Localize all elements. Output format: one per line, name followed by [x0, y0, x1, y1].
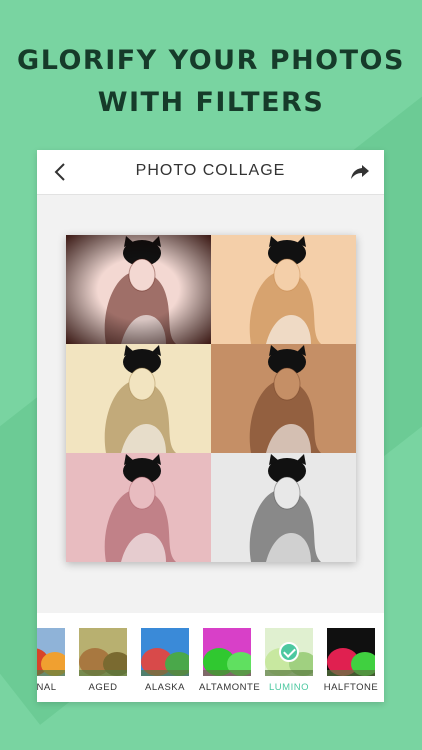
collage-cell-mono[interactable]	[211, 453, 356, 562]
portrait-photo	[211, 235, 356, 344]
filter-item-altamonte[interactable]: ALTAMONTE	[199, 628, 261, 693]
balloon-thumbnail-image	[327, 628, 375, 676]
filter-label: AGED	[88, 682, 118, 693]
balloon-thumbnail-image	[79, 628, 127, 676]
filter-item-ginal[interactable]: GINAL	[37, 628, 69, 693]
portrait-photo	[211, 453, 356, 562]
filter-label: LUMINO	[269, 682, 309, 693]
checkmark-icon	[279, 642, 299, 662]
share-arrow-icon	[351, 165, 369, 179]
filter-thumbnail	[141, 628, 189, 676]
filter-thumbnail	[265, 628, 313, 676]
filter-item-halftone[interactable]: HALFTONE	[323, 628, 379, 693]
headline: GLORIFY YOUR PHOTOS WITH FILTERS	[0, 40, 422, 124]
filter-thumbnail	[203, 628, 251, 676]
photo-collage	[66, 235, 356, 562]
portrait-photo	[66, 344, 211, 453]
headline-line-1: GLORIFY YOUR PHOTOS	[17, 45, 405, 76]
collage-cell-peach[interactable]	[211, 235, 356, 344]
filter-label: GINAL	[37, 682, 57, 693]
collage-cell-vignette-dark[interactable]	[66, 235, 211, 344]
headline-line-2: WITH FILTERS	[97, 87, 325, 118]
collage-cell-brown[interactable]	[211, 344, 356, 453]
filter-item-alaska[interactable]: ALASKA	[137, 628, 193, 693]
app-screen: PHOTO COLLAGE GINAL AGED ALASKA ALTAMONTE LU…	[37, 150, 384, 702]
filter-thumbnail	[79, 628, 127, 676]
balloon-thumbnail-image	[203, 628, 251, 676]
filter-thumbnail	[37, 628, 65, 676]
portrait-photo	[211, 344, 356, 453]
filter-label: ALASKA	[145, 682, 185, 693]
balloon-thumbnail-image	[37, 628, 65, 676]
filter-label: HALFTONE	[323, 682, 379, 693]
filter-item-lumino[interactable]: LUMINO	[261, 628, 317, 693]
filter-thumbnail	[327, 628, 375, 676]
share-button[interactable]	[348, 160, 372, 184]
filter-item-aged[interactable]: AGED	[75, 628, 131, 693]
collage-cell-cream[interactable]	[66, 344, 211, 453]
portrait-photo	[66, 453, 211, 562]
collage-cell-pink[interactable]	[66, 453, 211, 562]
page-title: PHOTO COLLAGE	[135, 162, 286, 179]
filter-strip[interactable]: GINAL AGED ALASKA ALTAMONTE LUMINO HALFTONE	[37, 613, 384, 702]
portrait-photo	[66, 235, 211, 344]
navbar: PHOTO COLLAGE	[37, 150, 384, 195]
balloon-thumbnail-image	[141, 628, 189, 676]
filter-label: ALTAMONTE	[199, 682, 261, 693]
